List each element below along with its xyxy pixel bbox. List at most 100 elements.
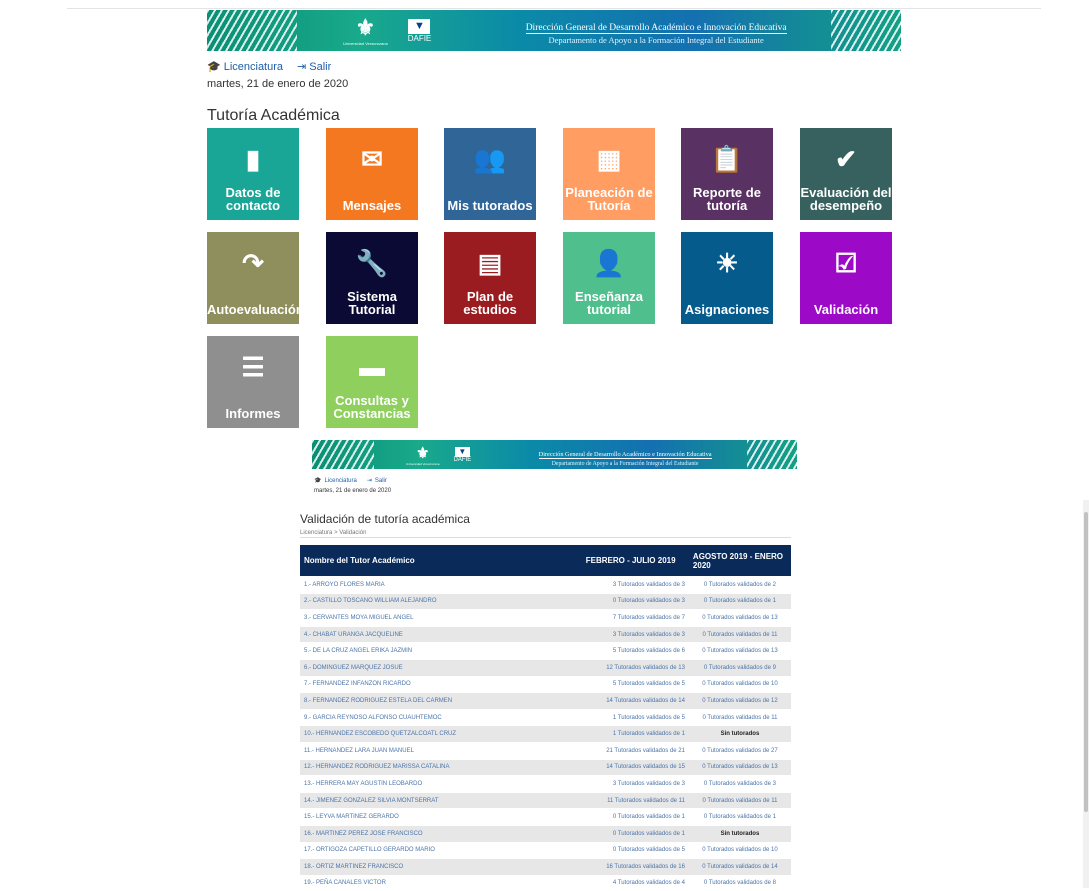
tile-users[interactable]: 👥Mis tutorados [444, 128, 536, 220]
title-divider [300, 537, 791, 538]
uv-name: Universidad Veracruzana [406, 462, 440, 466]
banner-stripes-left [312, 440, 374, 469]
tile-folder[interactable]: ▬Consultas y Constancias [326, 336, 418, 428]
checkbox-icon: ☑ [800, 250, 892, 276]
nav-licenciatura[interactable]: 🎓Licenciatura [314, 477, 357, 484]
tile-calendar[interactable]: ▦Planeación de Tutoría [563, 128, 655, 220]
dafie-icon: ▼ [455, 447, 470, 457]
table-row[interactable]: 12.- HERNANDEZ RODRIGUEZ MARISSA CATALIN… [300, 759, 791, 776]
ago-ene-2020-cell: 0 Tutorados validados de 2 [689, 577, 791, 594]
tile-checkbox[interactable]: ☑Validación [800, 232, 892, 324]
table-row[interactable]: 13.- HERRERA MAY AGUSTIN LEOBARDO3 Tutor… [300, 776, 791, 793]
ago-ene-2020-cell: 0 Tutorados validados de 27 [689, 742, 791, 759]
table-row[interactable]: 2.- CASTILLO TOSCANO WILLIAM ALEJANDRO 0 … [300, 593, 791, 610]
current-date: martes, 21 de enero de 2020 [207, 78, 348, 90]
tile-book[interactable]: ▮Datos de contacto [207, 128, 299, 220]
ago-ene-2020-cell: 0 Tutorados validados de 1 [689, 593, 791, 610]
banner-titles: Dirección General de Desarrollo Académic… [491, 17, 821, 45]
tutor-name[interactable]: 11.- HERNANDEZ LARA JUAN MANUEL [300, 742, 572, 759]
table-row[interactable]: 4.- CHABAT URANGA JACQUELINE3 Tutorados … [300, 626, 791, 643]
nav-salir[interactable]: ⇥Salir [297, 60, 331, 73]
dafie-logo: ▼ DAFIE [408, 19, 432, 43]
nav-licenciatura-label: Licenciatura [324, 478, 356, 484]
tile-redo-arrow[interactable]: ↷Autoevaluación [207, 232, 299, 324]
ago-ene-2020-cell: 0 Tutorados validados de 3 [689, 776, 791, 793]
tile-label: Mensajes [326, 199, 418, 212]
tutor-name[interactable]: 18.- ORTIZ MARTINEZ FRANCISCO [300, 859, 572, 876]
table-row[interactable]: 10.- HERNANDEZ ESCOBEDO QUETZALCOATL CRU… [300, 726, 791, 743]
col-feb-jul-2019: FEBRERO - JULIO 2019 [572, 545, 689, 577]
add-user-icon: 👤 [563, 250, 655, 276]
tutor-name[interactable]: 16.- MARTINEZ PEREZ JOSE FRANCISCO [300, 825, 572, 842]
feb-jul-2019-cell: 14 Tutorados validados de 14 [572, 693, 689, 710]
tutor-name[interactable]: 6.- DOMINGUEZ MARQUEZ JOSUE [300, 659, 572, 676]
tutor-name[interactable]: 10.- HERNANDEZ ESCOBEDO QUETZALCOATL CRU… [300, 726, 572, 743]
uv-name: Universidad Veracruzana [343, 41, 388, 46]
feb-jul-2019-cell: 0 Tutorados validados de 1 [572, 825, 689, 842]
tutor-name[interactable]: 13.- HERRERA MAY AGUSTIN LEOBARDO [300, 776, 572, 793]
table-row[interactable]: 17.- ORTIGOZA CAPETILLO GERARDO MARIO 0 T… [300, 842, 791, 859]
tile-label: Enseñanza tutorial [563, 290, 655, 316]
tutor-name[interactable]: 9.- GARCIA REYNOSO ALFONSO CUAUHTEMOC [300, 709, 572, 726]
logout-icon: ⇥ [367, 478, 372, 484]
ago-ene-2020-cell: 0 Tutorados validados de 13 [689, 759, 791, 776]
tutor-name[interactable]: 14.- JIMENEZ GONZALEZ SILVIA MONTSERRAT [300, 792, 572, 809]
table-row[interactable]: 14.- JIMENEZ GONZALEZ SILVIA MONTSERRAT1… [300, 792, 791, 809]
tutor-name[interactable]: 12.- HERNANDEZ RODRIGUEZ MARISSA CATALIN… [300, 759, 572, 776]
table-row[interactable]: 3.- CERVANTES MOYA MIGUEL ANGEL7 Tutorad… [300, 610, 791, 627]
col-tutor: Nombre del Tutor Académico [300, 545, 572, 577]
uv-logo: ⚜ Universidad Veracruzana [406, 444, 440, 466]
table-row[interactable]: 6.- DOMINGUEZ MARQUEZ JOSUE12 Tutorados … [300, 659, 791, 676]
tile-label: Informes [207, 407, 299, 420]
tutor-name[interactable]: 2.- CASTILLO TOSCANO WILLIAM ALEJANDRO [300, 593, 572, 610]
feb-jul-2019-cell: 12 Tutorados validados de 13 [572, 659, 689, 676]
ago-ene-2020-cell: 0 Tutorados validados de 10 [689, 842, 791, 859]
tutor-name[interactable]: 4.- CHABAT URANGA JACQUELINE [300, 626, 572, 643]
tile-check[interactable]: ✔Evaluación del desempeño [800, 128, 892, 220]
ago-ene-2020-cell: 0 Tutorados validados de 13 [689, 610, 791, 627]
table-row[interactable]: 11.- HERNANDEZ LARA JUAN MANUEL21 Tutora… [300, 742, 791, 759]
tutor-name[interactable]: 15.- LEYVA MARTINEZ GERARDO [300, 809, 572, 826]
table-row[interactable]: 1.- ARROYO FLORES MARIA3 Tutorados valid… [300, 577, 791, 594]
tile-wrench[interactable]: 🔧Sistema Tutorial [326, 232, 418, 324]
tile-clipboard[interactable]: 📋Reporte de tutoría [681, 128, 773, 220]
table-row[interactable]: 9.- GARCIA REYNOSO ALFONSO CUAUHTEMOC1 T… [300, 709, 791, 726]
list-icon: ☰ [207, 354, 299, 380]
users-icon: 👥 [444, 146, 536, 172]
ago-ene-2020-cell: 0 Tutorados validados de 14 [689, 859, 791, 876]
tile-document[interactable]: ▤Plan de estudios [444, 232, 536, 324]
table-row[interactable]: 19.- PEÑA CANALES VICTOR4 Tutorados vali… [300, 875, 791, 891]
table-row[interactable]: 16.- MARTINEZ PEREZ JOSE FRANCISCO0 Tuto… [300, 825, 791, 842]
scrollbar-thumb[interactable] [1084, 512, 1088, 812]
ago-ene-2020-cell: 0 Tutorados validados de 11 [689, 792, 791, 809]
tutor-name[interactable]: 7.- FERNANDEZ INFANZON RICARDO [300, 676, 572, 693]
tutor-name[interactable]: 5.- DE LA CRUZ ANGEL ERIKA JAZMIN [300, 643, 572, 660]
document-icon: ▤ [444, 250, 536, 276]
scrollbar[interactable] [1083, 500, 1089, 888]
table-row[interactable]: 15.- LEYVA MARTINEZ GERARDO0 Tutorados v… [300, 809, 791, 826]
table-header-row: Nombre del Tutor Académico FEBRERO - JUL… [300, 545, 791, 577]
ago-ene-2020-cell: 0 Tutorados validados de 12 [689, 693, 791, 710]
ago-ene-2020-cell: 0 Tutorados validados de 9 [689, 659, 791, 676]
table-row[interactable]: 8.- FERNANDEZ RODRIGUEZ ESTELA DEL CARME… [300, 693, 791, 710]
feb-jul-2019-cell: 21 Tutorados validados de 21 [572, 742, 689, 759]
tutor-name[interactable]: 3.- CERVANTES MOYA MIGUEL ANGEL [300, 610, 572, 627]
nav-salir[interactable]: ⇥Salir [367, 477, 387, 484]
tile-envelope[interactable]: ✉Mensajes [326, 128, 418, 220]
tile-label: Autoevaluación [207, 303, 299, 316]
tile-label: Sistema Tutorial [326, 290, 418, 316]
table-row[interactable]: 18.- ORTIZ MARTINEZ FRANCISCO16 Tutorado… [300, 859, 791, 876]
tutor-name[interactable]: 17.- ORTIGOZA CAPETILLO GERARDO MARIO [300, 842, 572, 859]
feb-jul-2019-cell: 3 Tutorados validados de 3 [572, 776, 689, 793]
nav-licenciatura[interactable]: 🎓Licenciatura [207, 60, 283, 73]
tile-add-user[interactable]: 👤 Enseñanza tutorial [563, 232, 655, 324]
tutor-name[interactable]: 8.- FERNANDEZ RODRIGUEZ ESTELA DEL CARME… [300, 693, 572, 710]
tutor-name[interactable]: 19.- PEÑA CANALES VICTOR [300, 875, 572, 891]
table-row[interactable]: 5.- DE LA CRUZ ANGEL ERIKA JAZMIN5 Tutor… [300, 643, 791, 660]
nav-licenciatura-label: Licenciatura [224, 61, 283, 73]
tile-list[interactable]: ☰ Informes [207, 336, 299, 428]
ago-ene-2020-cell: 0 Tutorados validados de 11 [689, 709, 791, 726]
tutor-name[interactable]: 1.- ARROYO FLORES MARIA [300, 577, 572, 594]
tile-sun[interactable]: ☀Asignaciones [681, 232, 773, 324]
table-row[interactable]: 7.- FERNANDEZ INFANZON RICARDO5 Tutorado… [300, 676, 791, 693]
